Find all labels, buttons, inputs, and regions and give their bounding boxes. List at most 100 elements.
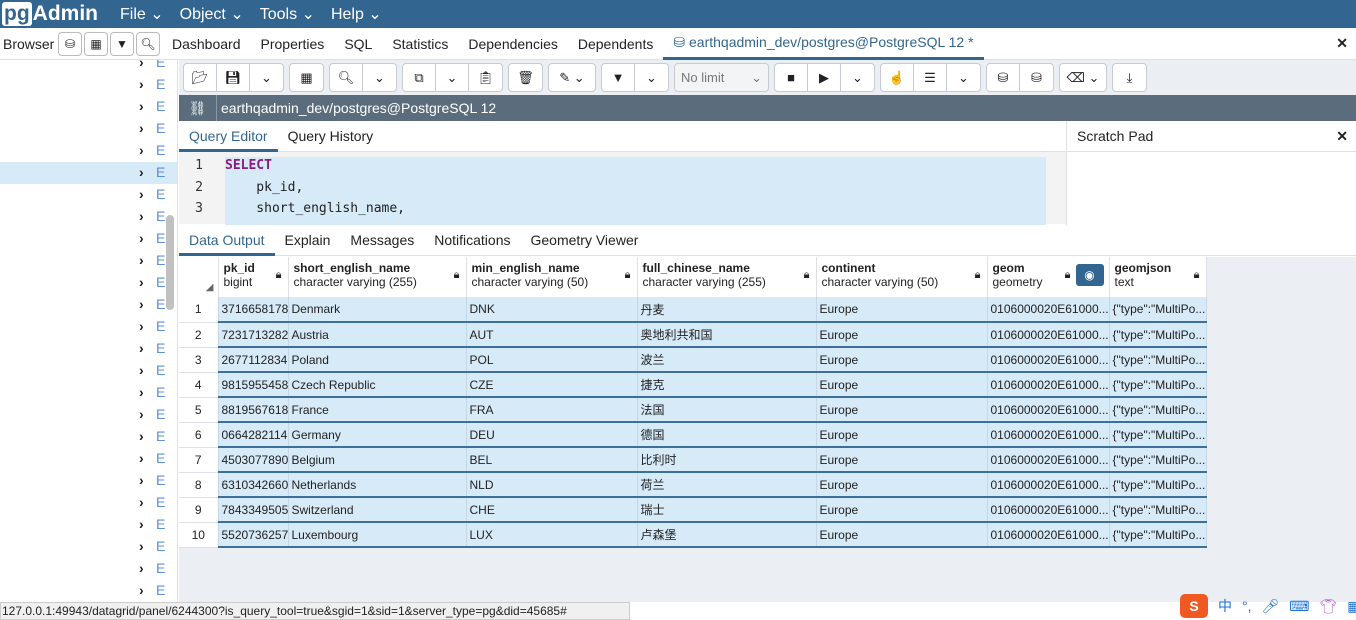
view-geometry-button[interactable]: ◉ — [1075, 264, 1104, 286]
table-cell[interactable]: 0106000020E61000... — [987, 472, 1110, 498]
table-cell[interactable]: 3716658178 — [218, 297, 289, 323]
tree-node[interactable]: › E — [0, 272, 177, 294]
open-file-icon[interactable]: 📂︎ — [184, 64, 217, 91]
table-cell[interactable]: 丹麦 — [637, 297, 817, 323]
table-row[interactable]: 6 0664282114 Germany DEU 德国 Europe 0106000020E… — [179, 422, 1207, 448]
table-cell[interactable]: 卢森堡 — [637, 522, 817, 548]
table-cell[interactable]: 8819567618 — [218, 397, 289, 423]
chevron-right-icon[interactable]: › — [139, 230, 144, 246]
table-cell[interactable]: {"type":"MultiPo... — [1109, 347, 1207, 373]
chevron-right-icon[interactable]: › — [139, 340, 144, 356]
table-cell[interactable]: Europe — [816, 372, 988, 398]
tab-explain[interactable]: Explain — [275, 225, 341, 256]
copy-icon[interactable]: ⧉ — [403, 64, 436, 91]
table-cell[interactable]: Luxembourg — [288, 522, 467, 548]
table-cell[interactable]: CHE — [466, 497, 638, 523]
chevron-right-icon[interactable]: › — [139, 60, 144, 70]
ime-language[interactable]: 中 — [1218, 596, 1232, 616]
table-row[interactable]: 2 7231713282 Austria AUT 奥地利共和国 Europe 0106000… — [179, 322, 1207, 348]
chevron-down-icon[interactable]: ⌄ — [363, 64, 396, 91]
row-number[interactable]: 10 — [179, 522, 219, 548]
table-cell[interactable]: 0106000020E61000... — [987, 397, 1110, 423]
menu-object[interactable]: Object ⌄ — [180, 4, 244, 24]
chevron-right-icon[interactable]: › — [139, 142, 144, 158]
search-icon[interactable]: 🔍︎ — [136, 31, 160, 56]
table-cell[interactable]: Belgium — [288, 447, 467, 473]
table-cell[interactable]: 比利时 — [637, 447, 817, 473]
commit-icon[interactable]: ⛁ — [987, 64, 1020, 91]
chevron-right-icon[interactable]: › — [139, 76, 144, 92]
tree-node[interactable]: › E — [0, 140, 177, 162]
database-icon[interactable]: ⛁ — [58, 31, 82, 56]
tree-node[interactable]: › E — [0, 404, 177, 426]
table-cell[interactable]: AUT — [466, 322, 638, 348]
chevron-right-icon[interactable]: › — [139, 472, 144, 488]
table-row[interactable]: 1 3716658178 Denmark DNK 丹麦 Europe 0106000020E… — [179, 297, 1207, 323]
table-cell[interactable]: Denmark — [288, 297, 467, 323]
column-header[interactable]: pk_id bigint 🔒︎ — [218, 257, 289, 297]
chevron-right-icon[interactable]: › — [139, 362, 144, 378]
row-number[interactable]: 6 — [179, 422, 219, 448]
table-row[interactable]: 9 7843349505 Switzerland CHE 瑞士 Europe 0106000… — [179, 497, 1207, 523]
chevron-right-icon[interactable]: › — [139, 252, 144, 268]
table-cell[interactable]: 荷兰 — [637, 472, 817, 498]
column-header[interactable]: geom geometry 🔒︎ ◉ — [987, 257, 1110, 297]
chevron-right-icon[interactable]: › — [139, 582, 144, 598]
chevron-down-icon[interactable]: ⌄ — [947, 64, 980, 91]
tab-sql[interactable]: SQL — [334, 28, 382, 60]
chevron-right-icon[interactable]: › — [139, 450, 144, 466]
table-cell[interactable]: {"type":"MultiPo... — [1109, 522, 1207, 548]
table-icon[interactable]: ▦ — [84, 31, 108, 56]
delete-icon[interactable]: 🗑︎ — [509, 64, 542, 91]
sql-editor[interactable]: 1 2 3 SELECT pk_id, short_english_name, — [179, 152, 1066, 225]
table-cell[interactable]: 0106000020E61000... — [987, 447, 1110, 473]
table-cell[interactable]: DEU — [466, 422, 638, 448]
row-number[interactable]: 2 — [179, 322, 219, 348]
chevron-right-icon[interactable]: › — [139, 538, 144, 554]
select-all-corner[interactable]: ◢ — [179, 257, 219, 297]
tab-messages[interactable]: Messages — [340, 225, 424, 256]
tab-query-history[interactable]: Query History — [278, 121, 384, 152]
tab-properties[interactable]: Properties — [251, 28, 335, 60]
table-cell[interactable]: {"type":"MultiPo... — [1109, 422, 1207, 448]
tree-node[interactable]: › E — [0, 316, 177, 338]
table-cell[interactable]: {"type":"MultiPo... — [1109, 397, 1207, 423]
explain-icon[interactable]: ☝ — [881, 64, 914, 91]
explain-analyze-icon[interactable]: ☰ — [914, 64, 947, 91]
tab-dependencies[interactable]: Dependencies — [458, 28, 568, 60]
row-number[interactable]: 5 — [179, 397, 219, 423]
tree-node[interactable]: › E — [0, 426, 177, 448]
tab-statistics[interactable]: Statistics — [382, 28, 458, 60]
row-number[interactable]: 7 — [179, 447, 219, 473]
tab-notifications[interactable]: Notifications — [424, 225, 520, 256]
chevron-right-icon[interactable]: › — [139, 560, 144, 576]
table-cell[interactable]: {"type":"MultiPo... — [1109, 297, 1207, 323]
rollback-icon[interactable]: ⛁ — [1020, 64, 1053, 91]
column-header[interactable]: continent character varying (50) 🔒︎ — [816, 257, 988, 297]
table-cell[interactable]: Europe — [816, 397, 988, 423]
chevron-right-icon[interactable]: › — [139, 318, 144, 334]
chevron-down-icon[interactable]: ⌄ — [250, 64, 283, 91]
chevron-down-icon[interactable]: ⌄ — [635, 64, 668, 91]
table-cell[interactable]: 2677112834 — [218, 347, 289, 373]
table-cell[interactable]: Austria — [288, 322, 467, 348]
eraser-icon[interactable]: ⌫ ⌄ — [1060, 64, 1106, 91]
find-icon[interactable]: 🔍︎ — [330, 64, 363, 91]
table-cell[interactable]: 波兰 — [637, 347, 817, 373]
table-row[interactable]: 8 6310342660 Netherlands NLD 荷兰 Europe 0106000… — [179, 472, 1207, 498]
table-cell[interactable]: {"type":"MultiPo... — [1109, 372, 1207, 398]
table-cell[interactable]: Switzerland — [288, 497, 467, 523]
table-cell[interactable]: 0106000020E61000... — [987, 497, 1110, 523]
table-cell[interactable]: 4503077890 — [218, 447, 289, 473]
skin-icon[interactable]: 👕︎ — [1320, 598, 1338, 615]
tree-node[interactable]: › E — [0, 536, 177, 558]
chevron-down-icon[interactable]: ⌄ — [841, 64, 874, 91]
punctuation-icon[interactable]: °, — [1242, 598, 1252, 614]
tree-node[interactable]: › E — [0, 470, 177, 492]
execute-icon[interactable]: ▶ — [808, 64, 841, 91]
table-row[interactable]: 7 4503077890 Belgium BEL 比利时 Europe 0106000020… — [179, 447, 1207, 473]
table-cell[interactable]: {"type":"MultiPo... — [1109, 447, 1207, 473]
table-cell[interactable]: Germany — [288, 422, 467, 448]
tab-geometry-viewer[interactable]: Geometry Viewer — [521, 225, 649, 256]
menu-tools[interactable]: Tools ⌄ — [260, 4, 315, 24]
